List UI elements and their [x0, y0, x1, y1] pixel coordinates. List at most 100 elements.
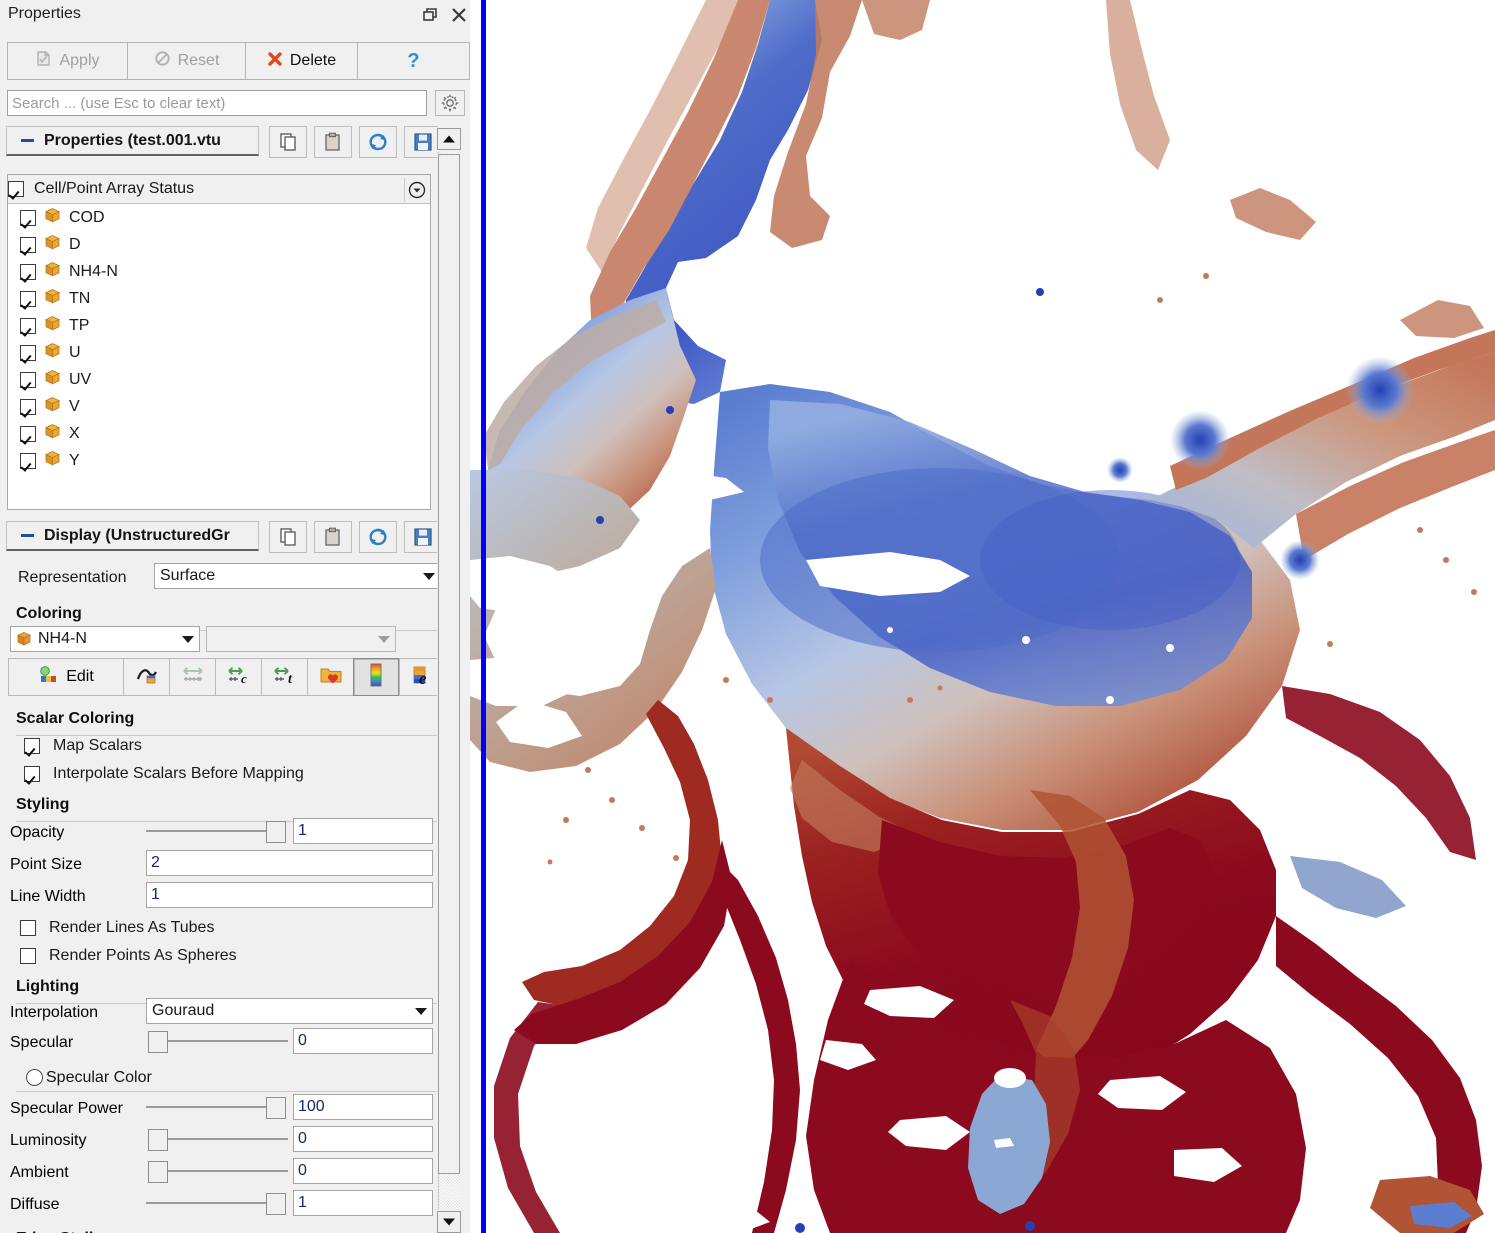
save-as-defaults-button[interactable] [404, 126, 438, 158]
restore-defaults-button[interactable] [359, 126, 397, 158]
interpolation-combo[interactable]: Gouraud [146, 998, 433, 1024]
array-checkbox[interactable] [20, 291, 36, 307]
chevron-down-icon[interactable] [373, 627, 395, 651]
edit-color-legend-button[interactable]: e [399, 658, 438, 696]
render-points-as-spheres-row[interactable]: Render Points As Spheres [8, 942, 438, 970]
scrollbar-thumb[interactable] [438, 154, 460, 1174]
render-points-as-spheres-checkbox[interactable] [20, 948, 36, 964]
color-component-combo[interactable] [206, 626, 396, 652]
map-scalars-checkbox[interactable] [24, 738, 40, 754]
chevron-down-icon[interactable] [410, 999, 432, 1023]
render-view[interactable] [470, 0, 1495, 1233]
copy-display-button[interactable] [269, 521, 307, 553]
color-swatch-circle-icon[interactable] [26, 1069, 43, 1086]
chevron-down-icon[interactable] [437, 1211, 461, 1233]
diffuse-slider-handle[interactable] [266, 1193, 286, 1215]
line-width-field[interactable]: 1 [146, 882, 433, 908]
array-row-cod[interactable]: COD [8, 204, 430, 231]
luminosity-label: Luminosity [10, 1132, 86, 1150]
rescale-to-visible-range-button[interactable]: t [261, 658, 307, 696]
gear-icon[interactable] [435, 90, 465, 116]
properties-scrollbar[interactable] [437, 128, 461, 1233]
lighting-group-title-text: Lighting [16, 978, 79, 995]
point-size-field[interactable]: 2 [146, 850, 433, 876]
undock-icon[interactable] [418, 4, 440, 26]
ambient-row: Ambient 0 [0, 1158, 438, 1188]
rescale-custom-range-icon [180, 664, 206, 691]
cell-point-array-status-list[interactable]: Cell/Point Array Status COD [7, 174, 431, 510]
array-checkbox[interactable] [20, 264, 36, 280]
opacity-slider[interactable] [146, 818, 286, 844]
properties-group-title[interactable]: Properties (test.001.vtu [6, 126, 259, 156]
edit-color-map-button[interactable]: Edit [8, 658, 123, 696]
ambient-slider[interactable] [148, 1158, 288, 1184]
array-row-u[interactable]: U [8, 339, 430, 366]
representation-combo[interactable]: Surface [154, 563, 438, 589]
close-icon[interactable] [448, 4, 470, 26]
specular-color-row[interactable]: Specular Color [16, 1064, 438, 1092]
rescale-to-custom-range-button[interactable] [169, 658, 215, 696]
array-checkbox[interactable] [20, 399, 36, 415]
render-lines-as-tubes-checkbox[interactable] [20, 920, 36, 936]
color-array-combo[interactable]: NH4-N [10, 626, 200, 652]
circled-chevron-down-icon[interactable] [404, 178, 428, 202]
render-lines-as-tubes-row[interactable]: Render Lines As Tubes [8, 914, 438, 942]
array-row-nh4-n[interactable]: NH4-N [8, 258, 430, 285]
specular-power-slider-handle[interactable] [266, 1097, 286, 1119]
toggle-color-legend-button[interactable] [353, 658, 399, 696]
chevron-down-icon[interactable] [177, 627, 199, 651]
diffuse-value-field[interactable]: 1 [293, 1190, 433, 1216]
specular-value-field[interactable]: 0 [293, 1028, 433, 1054]
array-row-x[interactable]: X [8, 420, 430, 447]
copy-properties-button[interactable] [269, 126, 307, 158]
specular-slider-handle[interactable] [148, 1031, 168, 1053]
interpolate-scalars-checkbox[interactable] [24, 766, 40, 782]
array-row-v[interactable]: V [8, 393, 430, 420]
opacity-slider-handle[interactable] [266, 821, 286, 843]
point-array-icon [44, 288, 61, 310]
luminosity-slider[interactable] [148, 1126, 288, 1152]
specular-power-slider[interactable] [146, 1094, 286, 1120]
restore-display-defaults-button[interactable] [359, 521, 397, 553]
chevron-up-icon[interactable] [437, 128, 461, 150]
array-row-tn[interactable]: TN [8, 285, 430, 312]
array-status-header[interactable]: Cell/Point Array Status [8, 175, 430, 204]
rescale-to-data-range-button[interactable] [123, 658, 169, 696]
search-input[interactable] [7, 90, 427, 116]
paste-display-button[interactable] [314, 521, 352, 553]
array-row-uv[interactable]: UV [8, 366, 430, 393]
interpolate-scalars-row[interactable]: Interpolate Scalars Before Mapping [8, 760, 438, 788]
map-scalars-row[interactable]: Map Scalars [8, 732, 438, 760]
rescale-to-data-range-over-time-button[interactable]: c [215, 658, 261, 696]
array-checkbox[interactable] [20, 345, 36, 361]
delete-button[interactable]: Delete [245, 42, 357, 80]
array-checkbox[interactable] [20, 426, 36, 442]
render-view-canvas[interactable] [470, 0, 1495, 1233]
apply-button[interactable]: Apply [7, 42, 127, 80]
ambient-value-field[interactable]: 0 [293, 1158, 433, 1184]
array-checkbox[interactable] [20, 453, 36, 469]
display-group-title[interactable]: Display (UnstructuredGr [6, 521, 259, 551]
chevron-down-icon[interactable] [418, 564, 438, 588]
specular-slider[interactable] [148, 1028, 288, 1054]
array-checkbox[interactable] [20, 318, 36, 334]
choose-preset-button[interactable] [307, 658, 353, 696]
array-status-header-checkbox[interactable] [8, 181, 24, 197]
ambient-slider-handle[interactable] [148, 1161, 168, 1183]
diffuse-slider[interactable] [146, 1190, 286, 1216]
opacity-value-field[interactable]: 1 [293, 818, 433, 844]
array-row-tp[interactable]: TP [8, 312, 430, 339]
array-checkbox[interactable] [20, 210, 36, 226]
render-lines-as-tubes-label: Render Lines As Tubes [49, 919, 214, 937]
array-checkbox[interactable] [20, 372, 36, 388]
luminosity-value-field[interactable]: 0 [293, 1126, 433, 1152]
specular-power-value-field[interactable]: 100 [293, 1094, 433, 1120]
paste-properties-button[interactable] [314, 126, 352, 158]
reset-button[interactable]: Reset [127, 42, 245, 80]
array-checkbox[interactable] [20, 237, 36, 253]
help-button[interactable]: ? [357, 42, 470, 80]
array-row-y[interactable]: Y [8, 447, 430, 474]
luminosity-slider-handle[interactable] [148, 1129, 168, 1151]
save-display-defaults-button[interactable] [404, 521, 438, 553]
array-row-d[interactable]: D [8, 231, 430, 258]
